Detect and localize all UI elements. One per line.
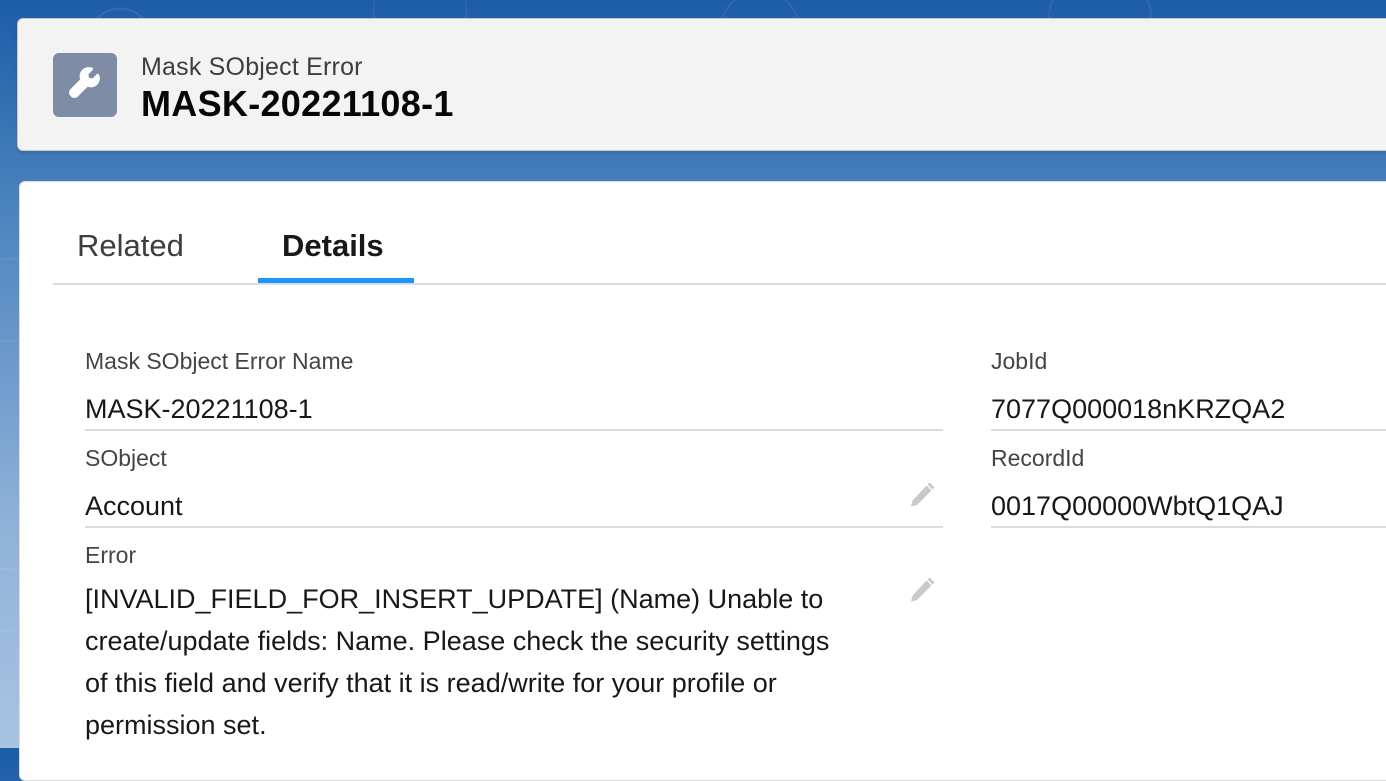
divider — [991, 526, 1386, 528]
field-label: RecordId — [991, 445, 1085, 471]
field-label: Mask SObject Error Name — [85, 348, 354, 374]
page-title: MASK-20221108-1 — [141, 83, 454, 124]
field-error: Error [INVALID_FIELD_FOR_INSERT_UPDATE] … — [85, 542, 943, 742]
wrench-icon — [53, 53, 117, 117]
tab-bar: Related Details — [53, 182, 1386, 285]
field-value: 0017Q00000WbtQ1QAJ — [991, 491, 1284, 521]
field-record-id: RecordId 0017Q00000WbtQ1QAJ — [991, 445, 1386, 528]
field-sobject: SObject Account — [85, 445, 943, 528]
field-value: [INVALID_FIELD_FOR_INSERT_UPDATE] (Name)… — [85, 584, 830, 740]
divider — [991, 429, 1386, 431]
field-job-id: JobId 7077Q000018nKRZQA2 — [991, 348, 1386, 431]
divider — [85, 526, 943, 528]
entity-label: Mask SObject Error — [141, 53, 363, 81]
field-label: JobId — [991, 348, 1048, 374]
field-label: SObject — [85, 445, 167, 471]
field-value: 7077Q000018nKRZQA2 — [991, 394, 1286, 424]
tab-related[interactable]: Related — [77, 228, 184, 264]
field-value: MASK-20221108-1 — [85, 394, 313, 424]
detail-panel: Related Details Mask SObject Error Name … — [19, 181, 1386, 781]
divider — [85, 429, 943, 431]
edit-pencil-icon[interactable] — [907, 482, 935, 510]
active-tab-indicator — [258, 278, 414, 283]
field-label: Error — [85, 542, 137, 568]
edit-pencil-icon[interactable] — [907, 577, 935, 605]
tab-details[interactable]: Details — [282, 228, 384, 264]
field-value: Account — [85, 491, 183, 521]
field-mask-sobject-error-name: Mask SObject Error Name MASK-20221108-1 — [85, 348, 943, 431]
record-header: Mask SObject Error MASK-20221108-1 — [17, 18, 1386, 151]
